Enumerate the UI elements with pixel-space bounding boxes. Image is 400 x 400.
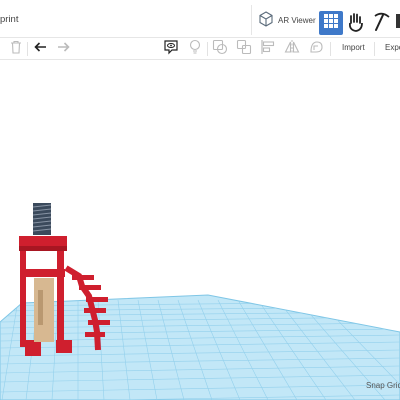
group-icon <box>212 39 228 60</box>
edit-toolbar: Import Expo <box>0 38 400 60</box>
mirror-button[interactable] <box>284 39 300 60</box>
mirror-icon <box>284 39 300 60</box>
toolbar-divider <box>207 42 208 56</box>
cube-icon <box>258 11 274 29</box>
ungroup-button[interactable] <box>236 39 252 60</box>
grid-icon <box>324 13 338 33</box>
bricks-pickaxe-button[interactable] <box>372 11 392 33</box>
3d-viewport[interactable] <box>0 60 400 400</box>
ar-viewer-label: AR Viewer <box>278 15 316 25</box>
undo-arrow-icon <box>33 40 47 58</box>
spring-model[interactable] <box>32 203 52 235</box>
toolbar-divider <box>374 42 375 56</box>
top-bar: print AR Viewer <box>0 0 400 38</box>
lightbulb-icon <box>189 39 201 60</box>
trash-icon <box>10 40 22 59</box>
export-button[interactable]: Expo <box>385 43 400 52</box>
tinker-hand-button[interactable] <box>346 11 366 33</box>
delete-button[interactable] <box>8 40 24 59</box>
import-button[interactable]: Import <box>342 43 365 52</box>
hand-icon <box>346 13 366 37</box>
notes-button[interactable] <box>163 39 179 60</box>
group-button[interactable] <box>212 39 228 60</box>
grid-view-button[interactable] <box>319 11 343 35</box>
more-button[interactable] <box>396 14 400 28</box>
cruise-icon <box>308 39 324 60</box>
pickaxe-icon <box>372 12 392 37</box>
undo-button[interactable] <box>32 41 48 57</box>
toolbar-divider <box>330 42 331 56</box>
eye-note-icon <box>163 39 179 60</box>
ar-viewer-button[interactable]: AR Viewer <box>251 5 317 35</box>
align-button[interactable] <box>260 39 276 60</box>
toolbar-divider <box>27 42 28 56</box>
snap-grid-label[interactable]: Snap Grid <box>366 381 400 390</box>
cruise-button[interactable] <box>308 39 324 60</box>
redo-button[interactable] <box>56 41 72 57</box>
redo-arrow-icon <box>57 40 71 58</box>
design-title[interactable]: print <box>0 14 18 25</box>
align-icon <box>260 39 276 60</box>
ruler-button[interactable] <box>187 39 203 60</box>
ungroup-icon <box>236 39 252 60</box>
